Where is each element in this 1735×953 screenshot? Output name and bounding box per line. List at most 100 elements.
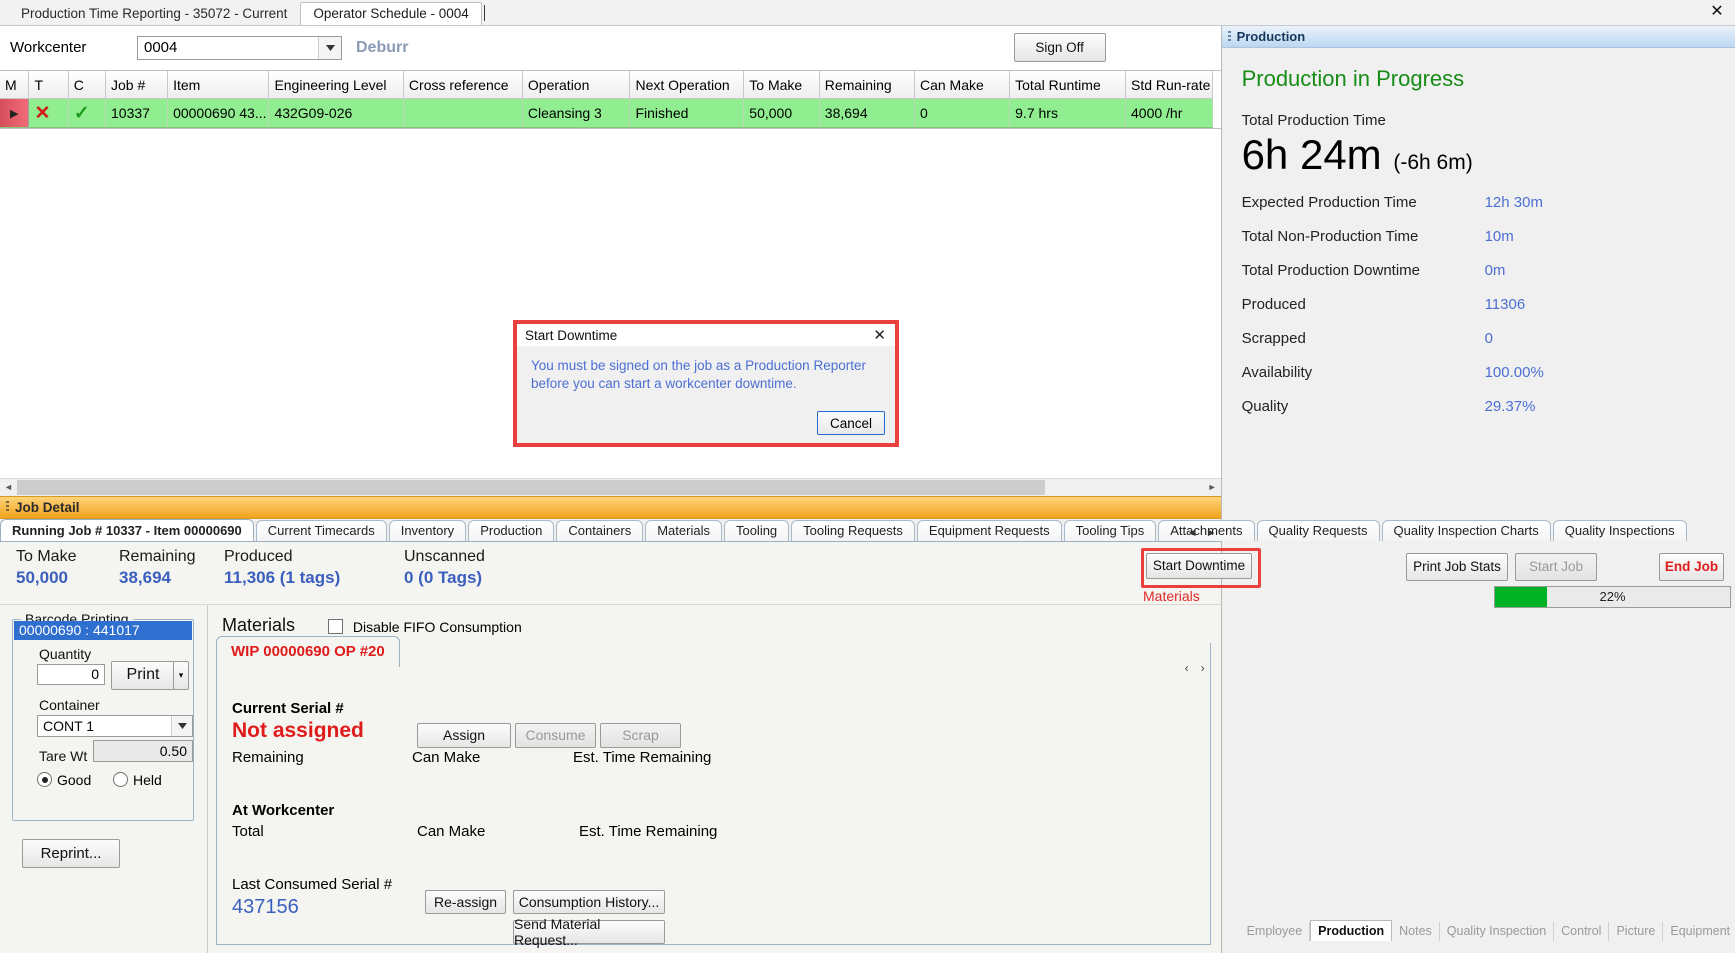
drag-handle-icon[interactable] (6, 501, 9, 513)
rp-tab-employee[interactable]: Employee (1240, 922, 1311, 941)
materials-tab-nav: ‹ › (1185, 661, 1205, 675)
materials-nav-next-icon[interactable]: › (1201, 661, 1205, 675)
total-production-time-value: 6h 24m (1241, 131, 1382, 178)
row-c-cell: ✓ (68, 98, 107, 128)
scrap-button[interactable]: Scrap (600, 722, 681, 748)
reassign-button[interactable]: Re-assign (425, 889, 506, 914)
col-cross-reference[interactable]: Cross reference (403, 71, 523, 99)
tab-nav-next-icon[interactable]: ► (1206, 527, 1217, 539)
print-button[interactable]: Print (111, 660, 175, 690)
rp-tab-control[interactable]: Control (1554, 922, 1610, 941)
dialog-cancel-button[interactable]: Cancel (817, 411, 885, 435)
rp-tab-equipment[interactable]: Equipment (1663, 922, 1735, 941)
scroll-thumb[interactable] (17, 479, 1045, 495)
job-detail-content: Barcode Printing 00000690 : 441017 Quant… (0, 604, 1221, 953)
consume-button[interactable]: Consume (515, 722, 596, 748)
sign-off-button[interactable]: Sign Off (1013, 33, 1106, 62)
row-cross-reference (403, 98, 523, 128)
col-m[interactable]: M (0, 71, 30, 99)
workcenter-value: 0004 (144, 39, 178, 56)
reprint-button[interactable]: Reprint... (22, 838, 120, 868)
tab-production[interactable]: Production (468, 519, 555, 541)
close-icon[interactable]: ✕ (1707, 3, 1727, 21)
tab-equipment-requests[interactable]: Equipment Requests (916, 519, 1062, 541)
scroll-left-icon[interactable]: ◄ (0, 478, 17, 496)
col-to-make[interactable]: To Make (743, 71, 820, 99)
container-select[interactable]: CONT 1 (37, 714, 193, 737)
rp-tab-notes[interactable]: Notes (1392, 922, 1440, 941)
stat-to-make-value: 50,000 (16, 567, 68, 587)
tab-running-job[interactable]: Running Job # 10337 - Item 00000690 (0, 518, 254, 541)
tab-tooling[interactable]: Tooling (723, 519, 790, 541)
tab-current-timecards[interactable]: Current Timecards (255, 519, 387, 541)
end-job-button[interactable]: End Job (1659, 552, 1724, 581)
disable-fifo-checkbox[interactable]: Disable FIFO Consumption (328, 618, 522, 635)
row-total-runtime: 9.7 hrs (1009, 98, 1126, 128)
window-tabstrip: Production Time Reporting - 35072 - Curr… (0, 0, 485, 25)
workcenter-label: Workcenter (10, 39, 87, 56)
at-workcenter-est-time-label: Est. Time Remaining (579, 822, 718, 840)
grid-horizontal-scrollbar[interactable]: ◄ ► (0, 477, 1221, 496)
checkbox-icon[interactable] (328, 618, 343, 634)
tab-nav-prev-icon[interactable]: ◄ (1187, 527, 1198, 539)
start-downtime-button[interactable]: Start Downtime (1146, 552, 1252, 579)
materials-column: Materials Disable FIFO Consumption WIP 0… (208, 604, 1221, 953)
stat-remaining-value: 38,694 (119, 567, 171, 587)
col-total-runtime[interactable]: Total Runtime (1009, 71, 1126, 99)
send-material-request-button[interactable]: Send Material Request... (513, 916, 665, 948)
chevron-down-icon[interactable] (318, 36, 341, 59)
job-stats-row: To Make 50,000 Remaining 38,694 Produced… (0, 541, 1731, 636)
rp-tab-production[interactable]: Production (1310, 920, 1393, 941)
window-tab-production-time-reporting[interactable]: Production Time Reporting - 35072 - Curr… (8, 2, 301, 25)
held-radio[interactable]: Held (113, 772, 162, 788)
print-job-stats-button[interactable]: Print Job Stats (1406, 552, 1508, 581)
radio-selected-icon (37, 772, 52, 787)
serial-remaining-label: Remaining (232, 748, 304, 766)
tab-tooling-tips[interactable]: Tooling Tips (1063, 519, 1157, 541)
assign-button[interactable]: Assign (417, 722, 511, 748)
scroll-right-icon[interactable]: ► (1203, 478, 1221, 496)
tab-caret (483, 4, 485, 21)
materials-title: Materials (222, 614, 296, 635)
tare-wt-label: Tare Wt (39, 747, 88, 764)
col-c[interactable]: C (68, 71, 107, 99)
col-std-run-rate[interactable]: Std Run-rate (1125, 71, 1213, 99)
rp-tab-picture[interactable]: Picture (1609, 922, 1664, 941)
tab-tooling-requests[interactable]: Tooling Requests (791, 519, 915, 541)
metric-expected-production-time: Expected Production Time 12h 30m (1242, 194, 1715, 211)
materials-wip-tab[interactable]: WIP 00000690 OP #20 (216, 635, 400, 667)
print-dropdown-button[interactable]: ▾ (173, 660, 189, 690)
start-job-button[interactable]: Start Job (1515, 552, 1597, 581)
col-job[interactable]: Job # (105, 71, 169, 99)
col-engineering-level[interactable]: Engineering Level (268, 71, 404, 99)
chevron-down-icon[interactable] (171, 715, 192, 736)
metric-label: Quality (1241, 398, 1289, 416)
tab-containers[interactable]: Containers (556, 519, 644, 541)
materials-nav-prev-icon[interactable]: ‹ (1185, 661, 1189, 675)
tab-quality-requests[interactable]: Quality Requests (1256, 519, 1380, 541)
tab-quality-inspections[interactable]: Quality Inspections (1552, 519, 1687, 541)
tab-materials[interactable]: Materials (645, 519, 722, 541)
col-item[interactable]: Item (167, 71, 270, 99)
workcenter-name: Deburr (356, 38, 409, 56)
tab-inventory[interactable]: Inventory (388, 519, 467, 541)
consumption-history-button[interactable]: Consumption History... (513, 889, 665, 914)
job-detail-tab-nav: ◄ ► (1187, 527, 1217, 539)
window-tab-operator-schedule[interactable]: Operator Schedule - 0004 (300, 2, 482, 25)
col-operation[interactable]: Operation (522, 71, 631, 99)
col-can-make[interactable]: Can Make (914, 71, 1011, 99)
dialog-close-icon[interactable]: ✕ (870, 326, 889, 344)
good-radio[interactable]: Good (37, 772, 91, 788)
col-t[interactable]: T (28, 71, 69, 99)
rp-tab-quality-inspection[interactable]: Quality Inspection (1440, 922, 1555, 941)
scroll-track[interactable] (17, 478, 1204, 496)
stat-unscanned-value: 0 (0 Tags) (404, 567, 483, 587)
table-row[interactable]: ▶ ✕ ✓ 10337 00000690 43... 432G09-026 Cl… (0, 98, 1213, 128)
col-remaining[interactable]: Remaining (819, 71, 915, 99)
quantity-input[interactable]: 0 (37, 663, 105, 685)
tab-quality-inspection-charts[interactable]: Quality Inspection Charts (1381, 519, 1551, 541)
workcenter-select[interactable]: 0004 (137, 35, 342, 60)
col-next-operation[interactable]: Next Operation (629, 71, 745, 99)
production-panel-title: Production (1236, 29, 1306, 44)
drag-handle-icon[interactable] (1227, 30, 1231, 43)
